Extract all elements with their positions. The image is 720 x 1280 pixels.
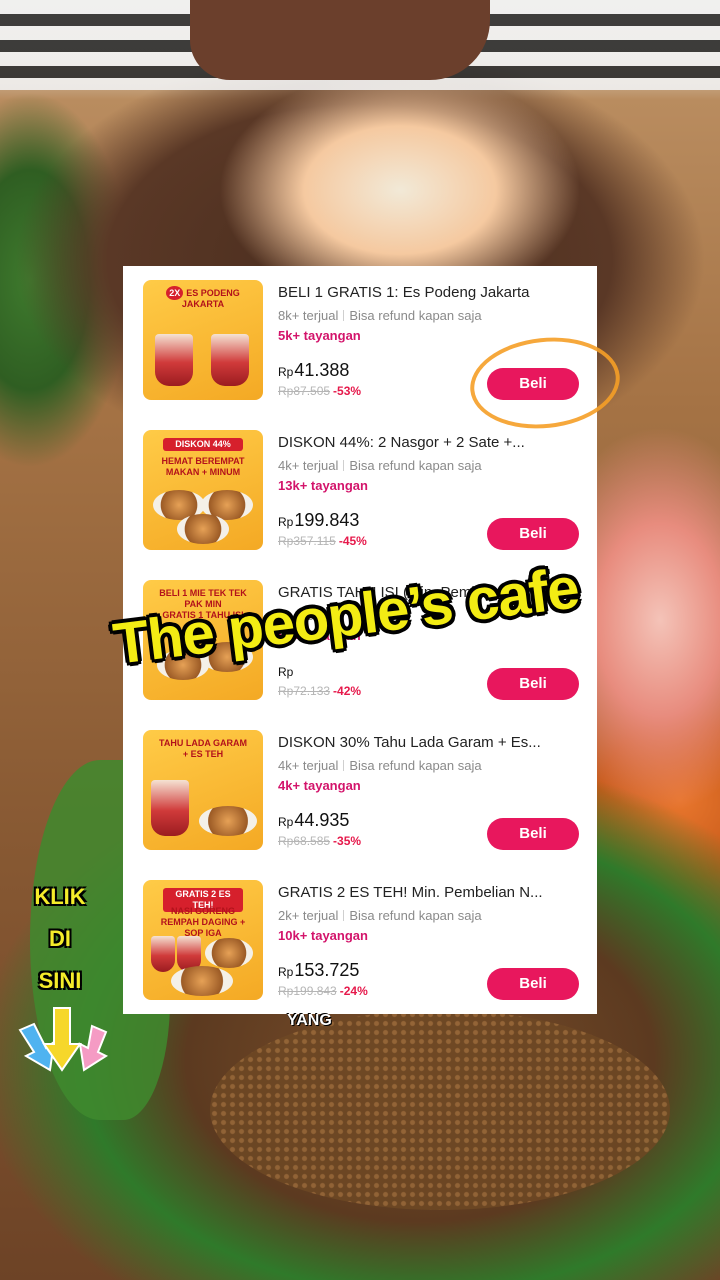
old-price: Rp68.585	[278, 834, 331, 848]
thumb-label: TAHU LADA GARAM + ES TEH	[151, 738, 255, 760]
background-fried-rice	[210, 1010, 670, 1210]
currency: Rp	[278, 365, 294, 379]
thumb-badge: 2X	[166, 286, 184, 300]
currency: Rp	[278, 515, 294, 529]
product-title[interactable]: GRATIS 2 ES TEH! Min. Pembelian N...	[278, 884, 583, 901]
discount-percent: -42%	[333, 684, 362, 698]
discount-percent: -24%	[339, 984, 368, 998]
arrow-down-pink-icon	[78, 1024, 109, 1072]
original-price: Rp87.505 -53%	[278, 384, 361, 398]
drink-image	[151, 780, 189, 836]
old-price: Rp87.505	[278, 384, 331, 398]
meta-divider	[343, 310, 345, 321]
original-price: Rp199.843 -24%	[278, 984, 368, 998]
product-title[interactable]: DISKON 30% Tahu Lada Garam + Es...	[278, 734, 583, 751]
food-image	[199, 806, 257, 836]
sold-count: 2k+ terjual	[278, 908, 339, 923]
price-value: 41.388	[294, 360, 350, 380]
currency: Rp	[278, 815, 294, 829]
product-meta: 4k+ terjual Bisa refund kapan saja	[278, 458, 482, 473]
sold-count: 4k+ terjual	[278, 458, 339, 473]
buy-button[interactable]: Beli	[487, 668, 579, 700]
old-price: Rp72.133	[278, 684, 331, 698]
price-value: 153.725	[294, 960, 360, 980]
product-thumbnail[interactable]: 2X ES PODENG JAKARTA	[143, 280, 263, 400]
thumb-line: + ES TEH	[182, 749, 224, 759]
product-thumbnail[interactable]: DISKON 44% HEMAT BEREMPAT MAKAN + MINUM	[143, 430, 263, 550]
old-price: Rp199.843	[278, 984, 337, 998]
meta-divider	[343, 910, 345, 921]
currency: Rp	[278, 965, 294, 979]
product-meta: 4k+ terjual Bisa refund kapan saja	[278, 758, 482, 773]
thumb-label: NASI GORENG REMPAH DAGING + SOP IGA	[160, 906, 246, 938]
price: Rp44.935	[278, 810, 349, 831]
cta-overlay: KLIK DI SINI	[18, 876, 102, 1002]
drink-image	[151, 936, 175, 972]
product-title[interactable]: DISKON 44%: 2 Nasgor + 2 Sate +...	[278, 434, 583, 451]
discount-percent: -53%	[333, 384, 362, 398]
buy-button[interactable]: Beli	[487, 968, 579, 1000]
discount-percent: -35%	[333, 834, 362, 848]
cta-line: DI	[49, 926, 71, 951]
view-count: 13k+ tayangan	[278, 478, 368, 493]
food-image	[177, 514, 229, 544]
thumb-label: HEMAT BEREMPAT MAKAN + MINUM	[161, 456, 245, 477]
thumb-label: DISKON 44%	[163, 438, 243, 451]
product-thumbnail[interactable]: GRATIS 2 ES TEH! NASI GORENG REMPAH DAGI…	[143, 880, 263, 1000]
buy-button[interactable]: Beli	[487, 818, 579, 850]
caption-text: YANG	[287, 1012, 332, 1029]
buy-button[interactable]: Beli	[487, 518, 579, 550]
product-card[interactable]: TAHU LADA GARAM + ES TEH DISKON 30% Tahu …	[123, 716, 597, 866]
product-thumbnail[interactable]: TAHU LADA GARAM + ES TEH	[143, 730, 263, 850]
product-card[interactable]: DISKON 44% HEMAT BEREMPAT MAKAN + MINUM …	[123, 416, 597, 566]
meta-divider	[343, 760, 345, 771]
original-price: Rp357.115 -45%	[278, 534, 367, 548]
down-arrows-icon	[18, 1007, 109, 1072]
product-meta: 8k+ terjual Bisa refund kapan saja	[278, 308, 482, 323]
drink-image	[155, 334, 193, 386]
refund-note: Bisa refund kapan saja	[349, 758, 482, 773]
price: Rp199.843	[278, 510, 359, 531]
product-title[interactable]: BELI 1 GRATIS 1: Es Podeng Jakarta	[278, 284, 583, 301]
refund-note: Bisa refund kapan saja	[349, 458, 482, 473]
drink-image	[211, 334, 249, 386]
meta-divider	[343, 460, 345, 471]
discount-percent: -45%	[338, 534, 367, 548]
price-value: 44.935	[294, 810, 350, 830]
original-price: Rp72.133 -42%	[278, 684, 361, 698]
view-count: 5k+ tayangan	[278, 328, 361, 343]
food-image	[205, 938, 253, 968]
currency: Rp	[278, 665, 294, 679]
old-price: Rp357.115	[278, 534, 336, 548]
sold-count: 8k+ terjual	[278, 308, 339, 323]
thumb-line: TAHU LADA GARAM	[159, 738, 247, 748]
cta-line: SINI	[38, 968, 82, 993]
thumb-label: 2X ES PODENG JAKARTA	[151, 286, 255, 310]
product-card[interactable]: GRATIS 2 ES TEH! NASI GORENG REMPAH DAGI…	[123, 866, 597, 1016]
cta-line: KLIK	[34, 884, 86, 909]
price-value: 199.843	[294, 510, 360, 530]
thumb-line: JAKARTA	[181, 299, 225, 309]
food-image	[171, 966, 233, 996]
price: Rp	[278, 660, 294, 681]
original-price: Rp68.585 -35%	[278, 834, 361, 848]
price: Rp41.388	[278, 360, 349, 381]
product-meta: 2k+ terjual Bisa refund kapan saja	[278, 908, 482, 923]
view-count: 10k+ tayangan	[278, 928, 368, 943]
view-count: 4k+ tayangan	[278, 778, 361, 793]
background-arm	[190, 0, 490, 80]
sold-count: 4k+ terjual	[278, 758, 339, 773]
refund-note: Bisa refund kapan saja	[349, 308, 482, 323]
price: Rp153.725	[278, 960, 359, 981]
refund-note: Bisa refund kapan saja	[349, 908, 482, 923]
thumb-line: ES PODENG	[186, 288, 240, 298]
